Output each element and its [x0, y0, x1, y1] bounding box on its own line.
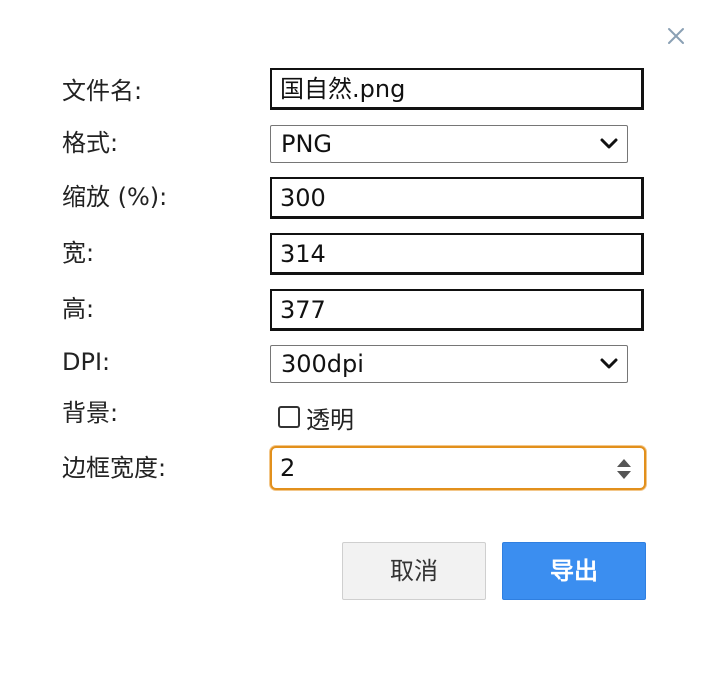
cancel-button[interactable]: 取消 [342, 542, 486, 600]
transparent-option[interactable]: 透明 [278, 400, 354, 435]
border-width-value: 2 [280, 454, 296, 482]
close-button[interactable] [664, 24, 688, 48]
border-width-label: 边框宽度: [62, 454, 167, 482]
export-button[interactable]: 导出 [502, 542, 646, 600]
close-icon [668, 28, 684, 44]
filename-label: 文件名: [62, 77, 143, 105]
format-label: 格式: [62, 129, 119, 157]
scale-input[interactable]: 300 [270, 177, 644, 219]
filename-input[interactable]: 国自然.png [270, 68, 644, 110]
scale-label: 缩放 (%): [62, 183, 168, 211]
border-width-stepper[interactable]: 2 [270, 446, 646, 490]
dpi-select-value: 300dpi [281, 350, 364, 378]
transparent-checkbox-label[interactable]: 透明 [306, 400, 354, 435]
transparent-checkbox[interactable] [278, 406, 300, 428]
chevron-down-icon [600, 138, 618, 149]
format-select[interactable]: PNG [270, 125, 628, 163]
height-label: 高: [62, 295, 95, 323]
width-label: 宽: [62, 239, 95, 267]
spin-arrows-icon[interactable] [614, 456, 634, 482]
height-input[interactable]: 377 [270, 289, 644, 331]
chevron-down-icon [600, 358, 618, 369]
background-label: 背景: [62, 399, 119, 427]
format-select-value: PNG [281, 130, 333, 158]
width-input[interactable]: 314 [270, 233, 644, 275]
dpi-label: DPI: [62, 348, 111, 376]
export-dialog: 文件名: 国自然.png 格式: PNG 缩放 (%): 300 宽: 314 … [0, 0, 704, 696]
dpi-select[interactable]: 300dpi [270, 345, 628, 383]
